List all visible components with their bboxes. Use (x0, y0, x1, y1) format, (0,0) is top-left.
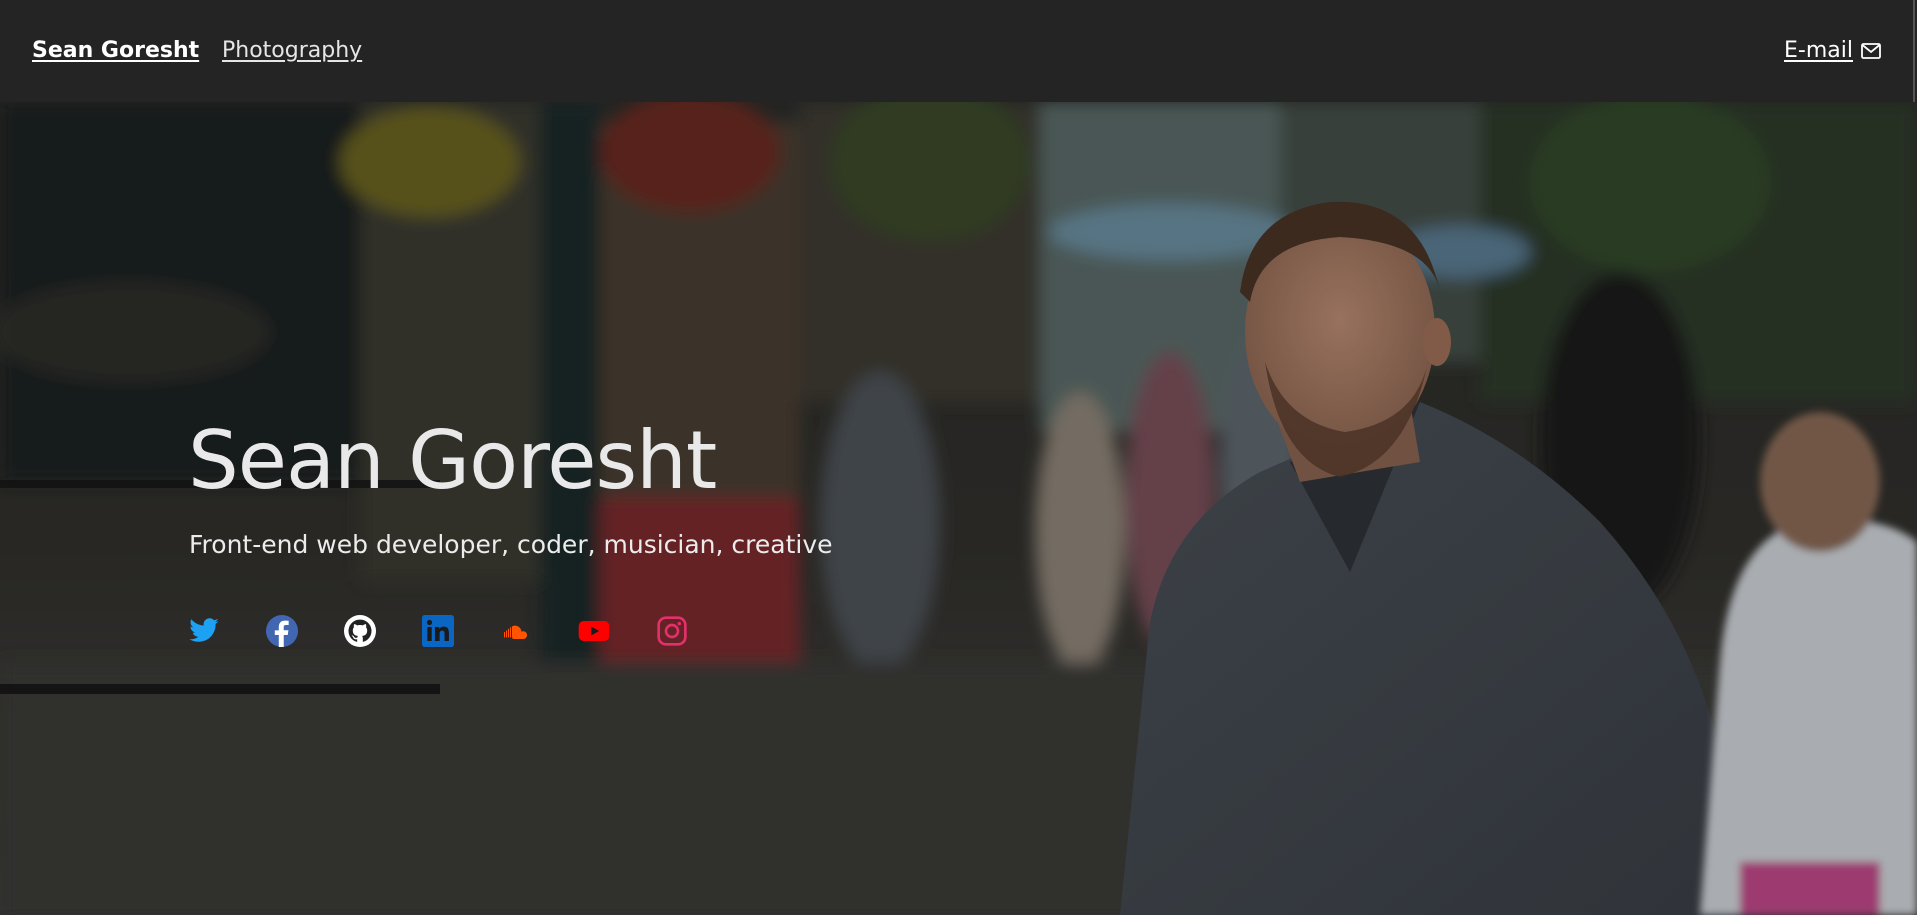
instagram-link[interactable] (656, 615, 688, 647)
email-link-label: E-mail (1784, 38, 1853, 63)
linkedin-icon (422, 615, 454, 647)
nav-link-photography[interactable]: Photography (222, 38, 362, 63)
github-icon (344, 615, 376, 647)
hero-section: Sean Goresht Front-end web developer, co… (0, 102, 1917, 915)
github-link[interactable] (344, 615, 376, 647)
twitter-icon (189, 618, 219, 642)
youtube-link[interactable] (578, 615, 610, 647)
youtube-icon (578, 621, 610, 641)
soundcloud-icon (504, 625, 528, 639)
hero-background-photo (0, 102, 1917, 915)
brand-link[interactable]: Sean Goresht (32, 38, 199, 63)
social-links (188, 615, 688, 647)
envelope-icon (1861, 42, 1881, 59)
soundcloud-link[interactable] (500, 615, 532, 647)
facebook-link[interactable] (266, 615, 298, 647)
twitter-link[interactable] (188, 615, 220, 647)
linkedin-link[interactable] (422, 615, 454, 647)
facebook-icon (266, 615, 298, 647)
hero-title: Sean Goresht (188, 414, 717, 507)
email-link[interactable]: E-mail (1784, 38, 1881, 63)
top-navigation: Sean Goresht Photography E-mail (0, 0, 1917, 102)
hero-subtitle: Front-end web developer, coder, musician… (189, 530, 833, 559)
instagram-icon (657, 616, 687, 646)
